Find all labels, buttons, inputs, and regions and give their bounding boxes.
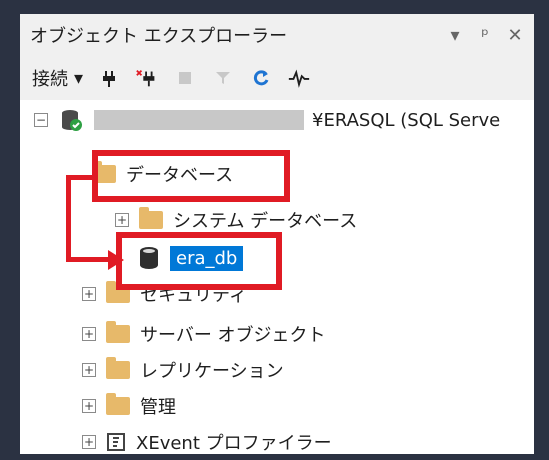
annotation-connector-v	[66, 175, 71, 262]
disconnect-plug-svg	[136, 69, 155, 87]
tree-row-server-objects[interactable]: + サーバー オブジェクト	[82, 318, 326, 350]
object-explorer-titlebar: オブジェクト エクスプローラー ▾ ᵖ ✕	[20, 14, 534, 56]
disconnect-plug-cable	[147, 80, 150, 87]
stop-svg	[179, 72, 192, 84]
dropdown-arrow-icon[interactable]: ▾	[446, 25, 464, 46]
pin-icon[interactable]: ᵖ	[476, 25, 494, 46]
tree-row-management[interactable]: + 管理	[82, 390, 176, 422]
stop-square	[179, 72, 192, 84]
annotation-box-era-db	[116, 232, 282, 290]
server-svg	[62, 110, 82, 131]
refresh-icon[interactable]	[249, 66, 273, 90]
object-explorer-tree: − ¥ERASQL (SQL Serve データベース + システム データベー…	[20, 100, 534, 454]
annotation-connector-h2	[66, 257, 110, 262]
server-icon	[58, 107, 84, 133]
folder-icon	[106, 321, 130, 343]
activity-monitor-svg	[288, 69, 310, 88]
disconnect-plug-body	[143, 76, 155, 81]
tree-label-server-objects: サーバー オブジェクト	[140, 325, 326, 346]
annotation-box-databases	[92, 150, 290, 202]
server-name-redacted	[94, 110, 304, 130]
expand-icon[interactable]: +	[82, 327, 96, 341]
activity-pulse-line	[288, 69, 310, 88]
frame-left	[0, 0, 20, 460]
tree-row-xevent-profiler[interactable]: + XEvent プロファイラー	[82, 426, 332, 458]
connect-plug-body	[103, 76, 116, 81]
tree-label-replication: レプリケーション	[140, 361, 284, 382]
xevent-profiler-svg	[107, 433, 125, 451]
panel-title-controls: ▾ ᵖ ✕	[446, 25, 534, 46]
chevron-down-icon: ▾	[74, 67, 84, 89]
connect-plug-svg	[103, 71, 116, 87]
tree-row-replication[interactable]: + レプリケーション	[82, 354, 284, 386]
folder-icon	[139, 207, 163, 229]
filter-funnel	[216, 72, 231, 84]
tree-label-management: 管理	[140, 397, 176, 418]
folder-icon	[106, 393, 130, 415]
collapse-icon[interactable]: −	[34, 113, 48, 127]
folder-icon	[106, 357, 130, 379]
expand-icon[interactable]: +	[115, 213, 129, 227]
expand-icon[interactable]: +	[82, 435, 96, 449]
frame-top	[0, 0, 549, 14]
refresh-svg	[254, 70, 269, 86]
close-icon[interactable]: ✕	[506, 25, 524, 46]
frame-right	[534, 0, 549, 460]
stop-icon[interactable]	[173, 66, 197, 90]
server-label: ¥ERASQL (SQL Serve	[312, 109, 501, 131]
filter-icon[interactable]	[211, 66, 235, 90]
xevent-profiler-icon	[106, 432, 126, 452]
object-explorer-panel: オブジェクト エクスプローラー ▾ ᵖ ✕ 接続 ▾ − ¥ERASQL (SQ…	[20, 14, 534, 454]
connect-plug-icon[interactable]	[97, 66, 121, 90]
filter-svg	[216, 72, 231, 84]
connect-plug-cable	[108, 81, 111, 87]
expand-icon[interactable]: +	[82, 399, 96, 413]
connect-button[interactable]: 接続 ▾	[32, 65, 83, 91]
connect-label: 接続	[32, 69, 68, 90]
annotation-arrowhead	[108, 250, 124, 270]
tree-label-xevent-profiler: XEvent プロファイラー	[136, 433, 332, 454]
tree-label-system-databases: システム データベース	[173, 211, 358, 232]
disconnect-x-mark	[136, 69, 143, 76]
tree-row-server[interactable]: − ¥ERASQL (SQL Serve	[34, 104, 500, 136]
activity-monitor-icon[interactable]	[287, 66, 311, 90]
object-explorer-toolbar: 接続 ▾	[20, 56, 534, 100]
expand-icon[interactable]: +	[82, 287, 96, 301]
disconnect-plug-icon[interactable]	[135, 66, 159, 90]
expand-icon[interactable]: +	[82, 363, 96, 377]
panel-title: オブジェクト エクスプローラー	[30, 26, 288, 47]
